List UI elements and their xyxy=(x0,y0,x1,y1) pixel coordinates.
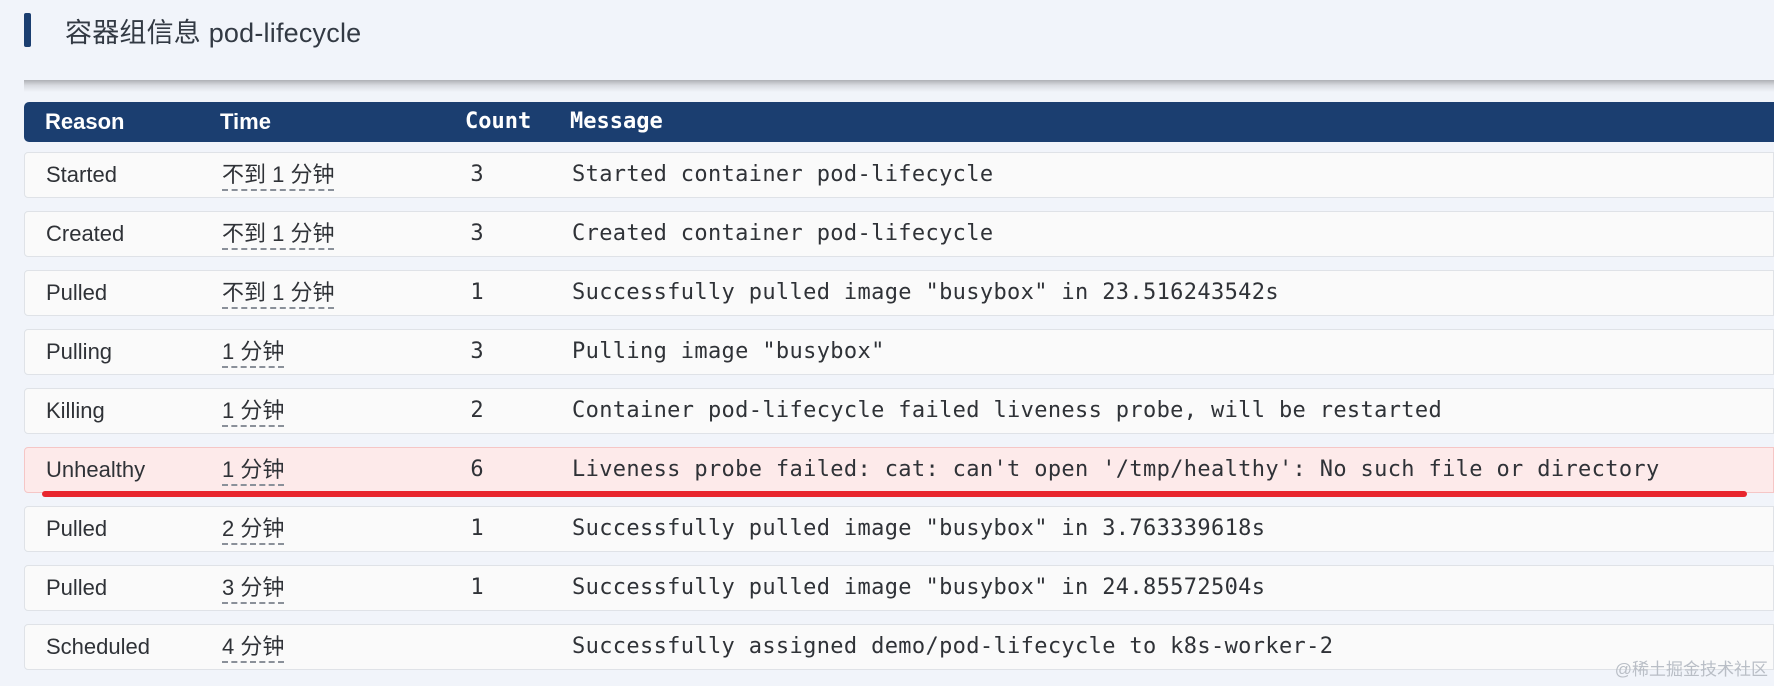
section-divider xyxy=(24,80,1774,92)
column-header-time[interactable]: Time xyxy=(220,102,271,142)
relative-time-tooltip-trigger[interactable]: 1 分钟 xyxy=(222,398,285,427)
relative-time-tooltip-trigger[interactable]: 不到 1 分钟 xyxy=(222,280,335,309)
table-row: Killing 1 分钟 2 Container pod-lifecycle f… xyxy=(24,388,1774,434)
message-cell: Started container pod-lifecycle xyxy=(572,162,994,187)
relative-time-tooltip-trigger[interactable]: 不到 1 分钟 xyxy=(222,221,335,250)
time-cell: 4 分钟 xyxy=(222,625,285,669)
table-row: Pulled 不到 1 分钟 1 Successfully pulled ima… xyxy=(24,270,1774,316)
table-header: Reason Time Count Message xyxy=(24,102,1774,142)
table-row: Started 不到 1 分钟 3 Started container pod-… xyxy=(24,152,1774,198)
watermark: @稀土掘金技术社区 xyxy=(1614,660,1768,679)
table-row: Scheduled 4 分钟 Successfully assigned dem… xyxy=(24,624,1774,670)
column-header-reason[interactable]: Reason xyxy=(45,102,124,142)
count-cell: 1 xyxy=(470,575,484,600)
column-header-message[interactable]: Message xyxy=(570,102,663,142)
count-cell: 3 xyxy=(470,162,484,187)
count-cell: 3 xyxy=(470,339,484,364)
events-table: Reason Time Count Message Started 不到 1 分… xyxy=(24,102,1774,683)
message-cell: Pulling image "busybox" xyxy=(572,339,885,364)
table-row: Created 不到 1 分钟 3 Created container pod-… xyxy=(24,211,1774,257)
count-cell: 1 xyxy=(470,516,484,541)
reason-cell: Pulled xyxy=(46,516,108,541)
reason-cell: Pulled xyxy=(46,280,108,305)
message-cell: Container pod-lifecycle failed liveness … xyxy=(572,398,1443,423)
message-cell: Successfully assigned demo/pod-lifecycle… xyxy=(572,634,1334,659)
relative-time-tooltip-trigger[interactable]: 1 分钟 xyxy=(222,339,285,368)
table-row: Pulled 3 分钟 1 Successfully pulled image … xyxy=(24,565,1774,611)
reason-cell: Killing xyxy=(46,398,105,423)
relative-time-tooltip-trigger[interactable]: 2 分钟 xyxy=(222,516,285,545)
time-cell: 1 分钟 xyxy=(222,448,285,492)
reason-cell: Created xyxy=(46,221,125,246)
section-title: 容器组信息 pod-lifecycle xyxy=(65,17,362,48)
time-cell: 不到 1 分钟 xyxy=(222,212,335,256)
relative-time-tooltip-trigger[interactable]: 4 分钟 xyxy=(222,634,285,663)
relative-time-tooltip-trigger[interactable]: 不到 1 分钟 xyxy=(222,162,335,191)
count-cell: 2 xyxy=(470,398,484,423)
time-cell: 不到 1 分钟 xyxy=(222,153,335,197)
reason-cell: Pulling xyxy=(46,339,113,364)
highlight-annotation-underline xyxy=(42,491,1747,497)
time-cell: 1 分钟 xyxy=(222,389,285,433)
time-cell: 不到 1 分钟 xyxy=(222,271,335,315)
section-accent-bar xyxy=(24,13,31,47)
relative-time-tooltip-trigger[interactable]: 3 分钟 xyxy=(222,575,285,604)
message-cell: Successfully pulled image "busybox" in 2… xyxy=(572,575,1266,600)
message-cell: Successfully pulled image "busybox" in 2… xyxy=(572,280,1279,305)
time-cell: 3 分钟 xyxy=(222,566,285,610)
count-cell: 1 xyxy=(470,280,484,305)
message-cell: Successfully pulled image "busybox" in 3… xyxy=(572,516,1266,541)
section-header: 容器组信息 pod-lifecycle xyxy=(24,12,361,48)
table-row: Pulled 2 分钟 1 Successfully pulled image … xyxy=(24,506,1774,552)
reason-cell: Started xyxy=(46,162,117,187)
count-cell: 6 xyxy=(470,457,484,482)
table-body: Started 不到 1 分钟 3 Started container pod-… xyxy=(24,152,1774,670)
relative-time-tooltip-trigger[interactable]: 1 分钟 xyxy=(222,457,285,486)
count-cell: 3 xyxy=(470,221,484,246)
reason-cell: Pulled xyxy=(46,575,108,600)
message-cell: Liveness probe failed: cat: can't open '… xyxy=(572,457,1660,482)
reason-cell: Scheduled xyxy=(46,634,150,659)
table-row-warning: Unhealthy 1 分钟 6 Liveness probe failed: … xyxy=(24,447,1774,493)
reason-cell: Unhealthy xyxy=(46,457,146,482)
column-header-count[interactable]: Count xyxy=(465,102,531,142)
message-cell: Created container pod-lifecycle xyxy=(572,221,994,246)
time-cell: 1 分钟 xyxy=(222,330,285,374)
time-cell: 2 分钟 xyxy=(222,507,285,551)
table-row: Pulling 1 分钟 3 Pulling image "busybox" xyxy=(24,329,1774,375)
